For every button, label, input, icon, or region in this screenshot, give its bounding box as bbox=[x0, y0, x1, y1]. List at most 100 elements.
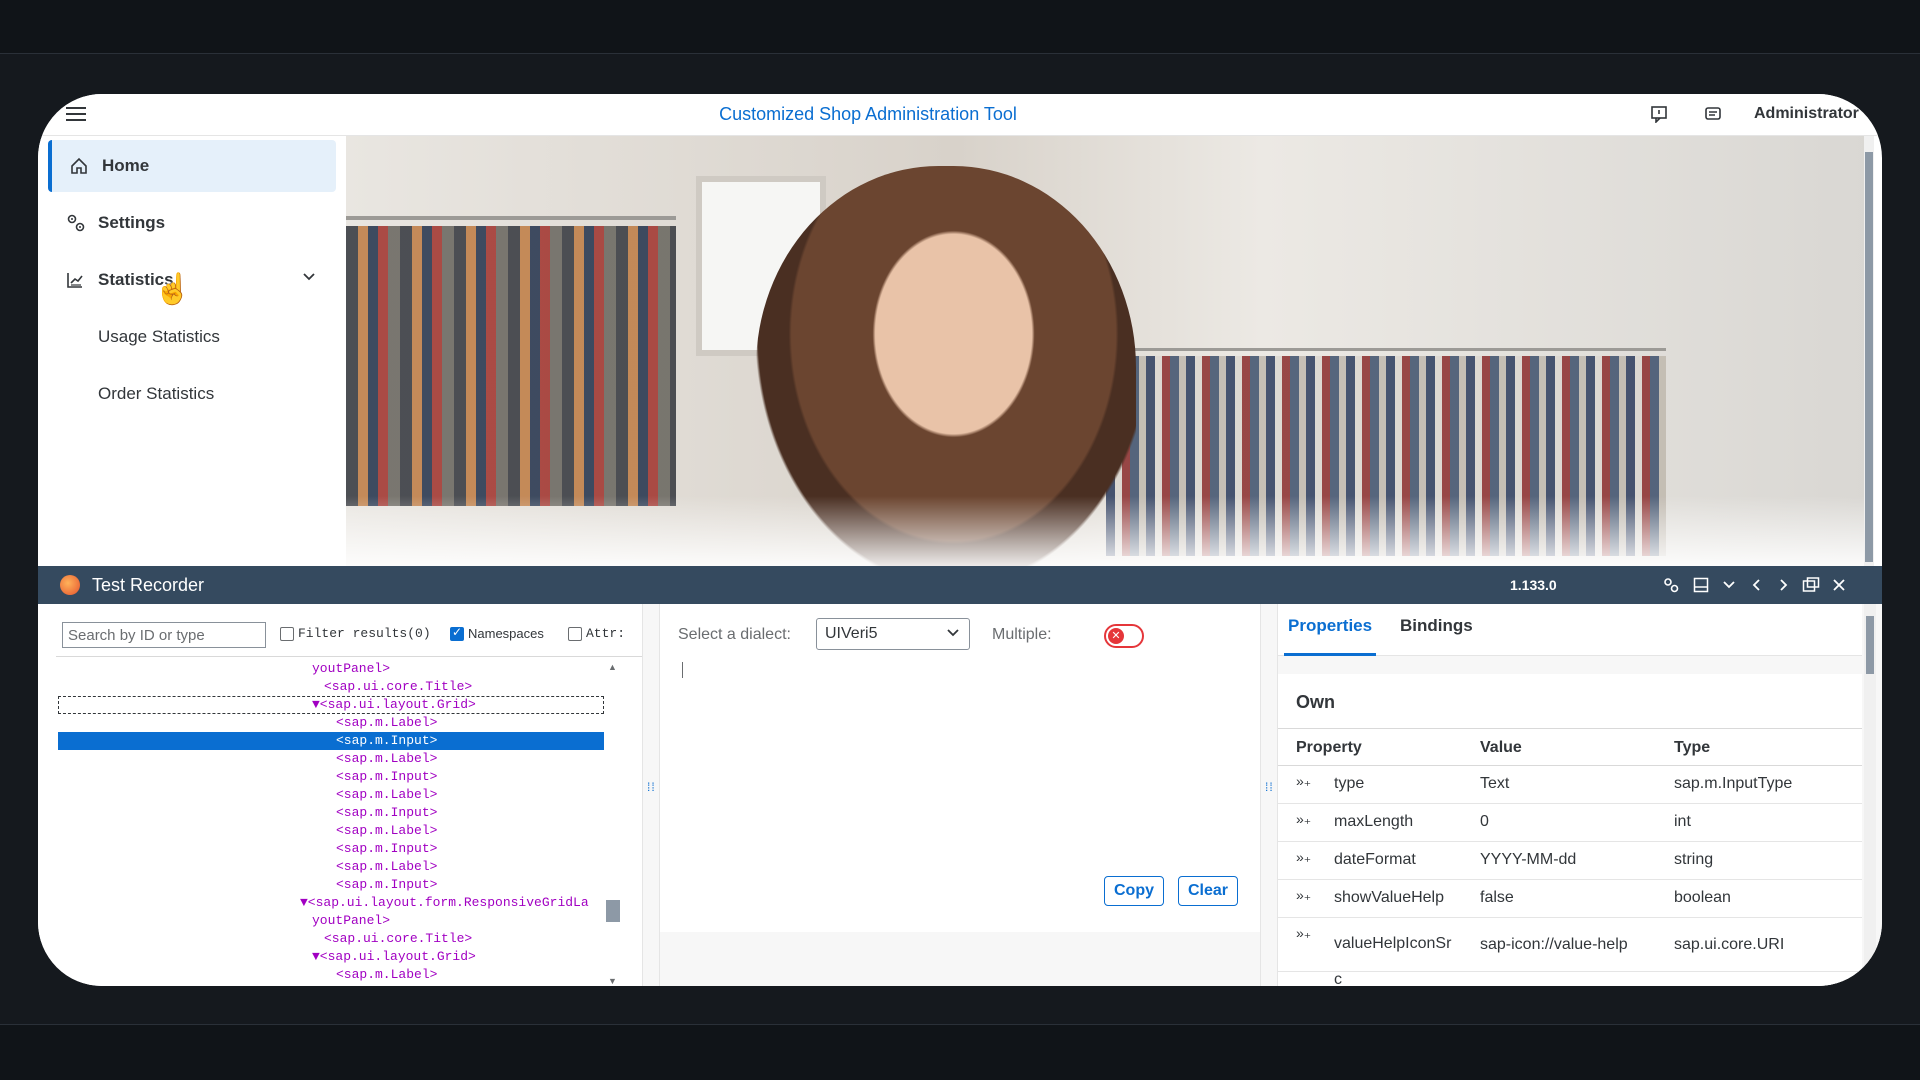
tree-node[interactable]: <sap.m.Input> bbox=[58, 804, 604, 822]
chevron-down-icon[interactable] bbox=[1718, 574, 1740, 596]
tree-node[interactable]: <sap.ui.core.Title> bbox=[58, 930, 604, 948]
property-type: string bbox=[1674, 851, 1714, 868]
filter-results-checkbox[interactable]: Filter results(0) bbox=[280, 626, 431, 641]
search-input[interactable] bbox=[62, 622, 266, 648]
settings-icon bbox=[66, 213, 94, 233]
dialect-value: UIVeri5 bbox=[825, 625, 878, 642]
checkbox-box[interactable] bbox=[280, 626, 294, 641]
nav-item-usage-statistics[interactable]: Usage Statistics bbox=[48, 311, 336, 363]
add-assertion-icon[interactable]: »₊ bbox=[1296, 926, 1311, 940]
clear-button[interactable]: Clear bbox=[1178, 876, 1239, 906]
code-editor[interactable]: Select a dialect: UIVeri5 Multiple: ✕ Co… bbox=[660, 604, 1260, 932]
tab-bindings[interactable]: Bindings bbox=[1396, 604, 1477, 656]
dialect-select[interactable]: UIVeri5 bbox=[816, 618, 970, 650]
property-name: valueHelpIconSr c bbox=[1334, 926, 1451, 986]
tree-scrollbar[interactable]: ▲ ▼ bbox=[604, 660, 620, 986]
property-name-line: c bbox=[1334, 971, 1342, 986]
add-assertion-icon[interactable]: »₊ bbox=[1296, 850, 1311, 864]
close-icon[interactable] bbox=[1828, 574, 1850, 596]
property-name: maxLength bbox=[1334, 813, 1414, 830]
tab-properties[interactable]: Properties bbox=[1284, 604, 1377, 656]
table-header: Property Value Type bbox=[1278, 730, 1862, 766]
popout-window-icon[interactable] bbox=[1800, 574, 1822, 596]
scrollbar-thumb[interactable] bbox=[606, 900, 620, 922]
tree-node[interactable]: <sap.m.Input> bbox=[58, 876, 604, 894]
close-icon: ✕ bbox=[1108, 628, 1124, 644]
nav-item-home[interactable]: Home bbox=[48, 140, 336, 192]
column-header: Value bbox=[1480, 739, 1522, 756]
checkbox-box[interactable] bbox=[568, 626, 582, 641]
tree-node-selected[interactable]: <sap.m.Input> bbox=[58, 732, 604, 750]
tree-node[interactable]: youtPanel> bbox=[58, 912, 604, 930]
nav-item-settings[interactable]: Settings bbox=[48, 197, 336, 249]
property-name-line: valueHelpIconSr bbox=[1334, 935, 1452, 952]
tree-node[interactable]: <sap.ui.core.Title> bbox=[58, 678, 604, 696]
nav-item-order-statistics[interactable]: Order Statistics bbox=[48, 368, 336, 420]
add-assertion-icon[interactable]: »₊ bbox=[1296, 888, 1311, 902]
tree-node[interactable]: ▼<sap.ui.layout.Grid> bbox=[58, 948, 604, 966]
chart-icon bbox=[66, 271, 94, 289]
add-assertion-icon[interactable]: »₊ bbox=[1296, 774, 1311, 788]
copy-button[interactable]: Copy bbox=[1104, 876, 1164, 906]
drag-handle-icon[interactable]: ⁞⁞ bbox=[1265, 781, 1274, 793]
property-value: Text bbox=[1480, 775, 1510, 792]
multiple-switch[interactable]: ✕ bbox=[1104, 624, 1144, 648]
tree-node[interactable]: <sap.m.Label> bbox=[58, 786, 604, 804]
scrollbar-thumb[interactable] bbox=[1866, 616, 1874, 674]
property-type: boolean bbox=[1674, 889, 1731, 906]
background-bottom-bar bbox=[0, 1024, 1920, 1080]
control-tree: youtPanel> <sap.ui.core.Title> ▼<sap.ui.… bbox=[58, 660, 604, 986]
user-name[interactable]: Administrator bbox=[1754, 94, 1859, 134]
namespaces-checkbox[interactable]: Namespaces bbox=[450, 625, 544, 641]
chevron-right-icon[interactable] bbox=[1772, 574, 1794, 596]
nav-item-label: Usage Statistics bbox=[98, 327, 220, 346]
scroll-up-icon[interactable]: ▲ bbox=[608, 662, 617, 672]
page-scrollbar[interactable] bbox=[1864, 136, 1874, 566]
nav-item-statistics[interactable]: Statistics bbox=[48, 254, 336, 306]
tree-node[interactable]: <sap.m.Input> bbox=[58, 840, 604, 858]
properties-scrollbar[interactable] bbox=[1864, 604, 1876, 986]
recorder-logo-icon bbox=[60, 575, 80, 595]
tree-node[interactable]: <sap.m.Label> bbox=[58, 966, 604, 984]
checkbox-box[interactable] bbox=[450, 625, 464, 641]
tree-node[interactable]: ▼<sap.ui.layout.form.ResponsiveGridLa bbox=[58, 894, 604, 912]
drag-handle-icon[interactable]: ⁞⁞ bbox=[647, 781, 656, 793]
side-navigation: Home Settings Statistics Usage Statistic… bbox=[38, 136, 346, 566]
message-icon[interactable] bbox=[1702, 103, 1724, 125]
home-icon bbox=[70, 157, 98, 175]
chevron-left-icon[interactable] bbox=[1746, 574, 1768, 596]
column-header: Property bbox=[1296, 739, 1362, 756]
dock-bottom-icon[interactable] bbox=[1690, 574, 1712, 596]
property-value: sap-icon://value-help bbox=[1480, 936, 1628, 953]
properties-panel: Properties Bindings Own Property Value T… bbox=[1278, 604, 1882, 986]
tree-node[interactable]: ▼<sap.ui.layout.Grid> bbox=[58, 696, 604, 714]
recorder-title: Test Recorder bbox=[92, 575, 205, 595]
code-panel: Select a dialect: UIVeri5 Multiple: ✕ Co… bbox=[660, 604, 1260, 986]
settings-icon[interactable] bbox=[1660, 574, 1682, 596]
property-name: dateFormat bbox=[1334, 851, 1416, 868]
attributes-checkbox[interactable]: Attr: bbox=[568, 626, 625, 641]
add-assertion-icon[interactable]: »₊ bbox=[1296, 812, 1311, 826]
property-type: sap.m.InputType bbox=[1674, 775, 1793, 792]
property-value: false bbox=[1480, 889, 1514, 906]
dialect-label: Select a dialect: bbox=[678, 626, 791, 643]
control-tree-panel: Filter results(0) Namespaces Attr: youtP… bbox=[38, 604, 642, 986]
app-title: Customized Shop Administration Tool bbox=[719, 104, 1017, 124]
tree-node[interactable]: <sap.m.Label> bbox=[58, 822, 604, 840]
panel-splitter[interactable]: ⁞⁞ bbox=[642, 604, 660, 986]
recorder-version: 1.133.0 bbox=[1510, 577, 1557, 593]
tab-bar: Properties Bindings bbox=[1278, 604, 1862, 656]
scrollbar-thumb[interactable] bbox=[1865, 152, 1873, 562]
hero-rail bbox=[346, 216, 676, 220]
chevron-down-icon[interactable] bbox=[302, 270, 316, 287]
feedback-icon[interactable] bbox=[1648, 103, 1670, 125]
tree-node[interactable]: youtPanel> bbox=[58, 660, 604, 678]
tree-node[interactable]: <sap.m.Input> bbox=[58, 768, 604, 786]
panel-splitter[interactable]: ⁞⁞ bbox=[1260, 604, 1278, 986]
scroll-down-icon[interactable]: ▼ bbox=[608, 976, 617, 986]
property-value: 0 bbox=[1480, 813, 1489, 830]
tree-node[interactable]: <sap.m.Label> bbox=[58, 858, 604, 876]
multiple-label: Multiple: bbox=[992, 626, 1052, 643]
tree-node[interactable]: <sap.m.Label> bbox=[58, 714, 604, 732]
tree-node[interactable]: <sap.m.Label> bbox=[58, 750, 604, 768]
